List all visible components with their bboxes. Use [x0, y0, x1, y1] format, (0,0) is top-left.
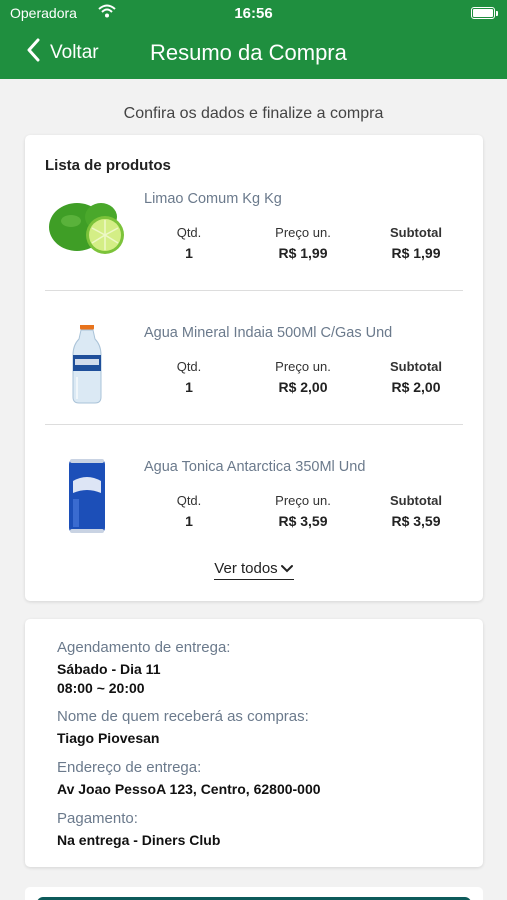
price-value: R$ 3,59: [278, 513, 328, 529]
divider: [45, 290, 463, 291]
subtotal-column: Subtotal R$ 1,99: [380, 225, 452, 261]
lime-image: [45, 191, 130, 271]
status-time: 16:56: [234, 5, 273, 22]
receiver-name: Tiago Piovesan: [57, 730, 160, 746]
delivery-card: Agendamento de entrega: Sábado - Dia 11 …: [25, 619, 483, 867]
page-subtitle: Confira os dados e finalize a compra: [123, 105, 384, 122]
schedule-day: Sábado - Dia 11: [57, 661, 161, 677]
receiver-section: Nome de quem receberá as compras: Tiago …: [57, 708, 309, 748]
bottom-card: [25, 887, 483, 900]
status-bar: Operadora 16:56: [10, 4, 498, 23]
product-name[interactable]: Limao Comum Kg Kg: [144, 191, 282, 207]
schedule-time: 08:00 ~ 20:00: [57, 680, 145, 696]
schedule-value: Sábado - Dia 11 08:00 ~ 20:00: [57, 660, 230, 698]
payment-section: Pagamento: Na entrega - Diners Club: [57, 810, 220, 850]
subtotal-column: Subtotal R$ 2,00: [380, 359, 452, 395]
qty-value: 1: [185, 513, 193, 529]
qty-column: Qtd. 1: [165, 359, 213, 395]
qty-value: 1: [185, 245, 193, 261]
qty-header: Qtd.: [176, 225, 202, 240]
products-card: Lista de produtos Limao Comum Kg Kg Qtd.…: [25, 135, 483, 601]
product-name[interactable]: Agua Mineral Indaia 500Ml C/Gas Und: [144, 325, 392, 341]
chevron-down-icon: [280, 561, 294, 578]
see-all-label: Ver todos: [214, 560, 278, 577]
qty-header: Qtd.: [176, 493, 202, 508]
payment-label: Pagamento:: [57, 810, 138, 827]
water-bottle-image: [45, 322, 130, 405]
see-all-link[interactable]: Ver todos: [214, 560, 294, 580]
subtotal-column: Subtotal R$ 3,59: [380, 493, 452, 529]
subtotal-value: R$ 3,59: [391, 513, 441, 529]
qty-value: 1: [185, 379, 193, 395]
price-value: R$ 2,00: [278, 379, 328, 395]
price-header: Preço un.: [275, 225, 331, 240]
product-item: Limao Comum Kg Kg Qtd. 1 Preço un. R$ 1,…: [45, 191, 463, 325]
schedule-section: Agendamento de entrega: Sábado - Dia 11 …: [57, 639, 230, 698]
subtotal-header: Subtotal: [390, 225, 442, 240]
address-section: Endereço de entrega: Av Joao PessoA 123,…: [57, 759, 321, 799]
subtotal-value: R$ 1,99: [391, 245, 441, 261]
schedule-label: Agendamento de entrega:: [57, 639, 231, 656]
product-name[interactable]: Agua Tonica Antarctica 350Ml Und: [144, 459, 365, 475]
qty-column: Qtd. 1: [165, 225, 213, 261]
navigation-bar: Voltar Resumo da Compra: [0, 36, 507, 70]
chevron-left-icon: [26, 38, 40, 67]
tonic-can-image: [45, 459, 130, 539]
price-header: Preço un.: [275, 359, 331, 374]
address-value: Av Joao PessoA 123, Centro, 62800-000: [57, 781, 321, 797]
price-header: Preço un.: [275, 493, 331, 508]
price-column: Preço un. R$ 2,00: [265, 359, 341, 395]
qty-column: Qtd. 1: [165, 493, 213, 529]
divider: [45, 424, 463, 425]
price-value: R$ 1,99: [278, 245, 328, 261]
price-column: Preço un. R$ 1,99: [265, 225, 341, 261]
back-button[interactable]: Voltar: [26, 38, 99, 67]
product-item: Agua Mineral Indaia 500Ml C/Gas Und Qtd.…: [45, 322, 463, 459]
back-label: Voltar: [50, 41, 99, 63]
products-card-title: Lista de produtos: [45, 157, 171, 174]
page-title: Resumo da Compra: [150, 40, 347, 65]
app-header: Operadora 16:56 Voltar Resumo da Compra: [0, 0, 507, 79]
see-all-container: Ver todos: [25, 560, 483, 580]
subtotal-header: Subtotal: [390, 359, 442, 374]
qty-header: Qtd.: [176, 359, 202, 374]
subtotal-value: R$ 2,00: [391, 379, 441, 395]
address-label: Endereço de entrega:: [57, 759, 202, 776]
price-column: Preço un. R$ 3,59: [265, 493, 341, 529]
payment-value: Na entrega - Diners Club: [57, 832, 221, 848]
subtotal-header: Subtotal: [390, 493, 442, 508]
battery-icon: [471, 7, 498, 19]
receiver-label: Nome de quem receberá as compras:: [57, 708, 309, 725]
